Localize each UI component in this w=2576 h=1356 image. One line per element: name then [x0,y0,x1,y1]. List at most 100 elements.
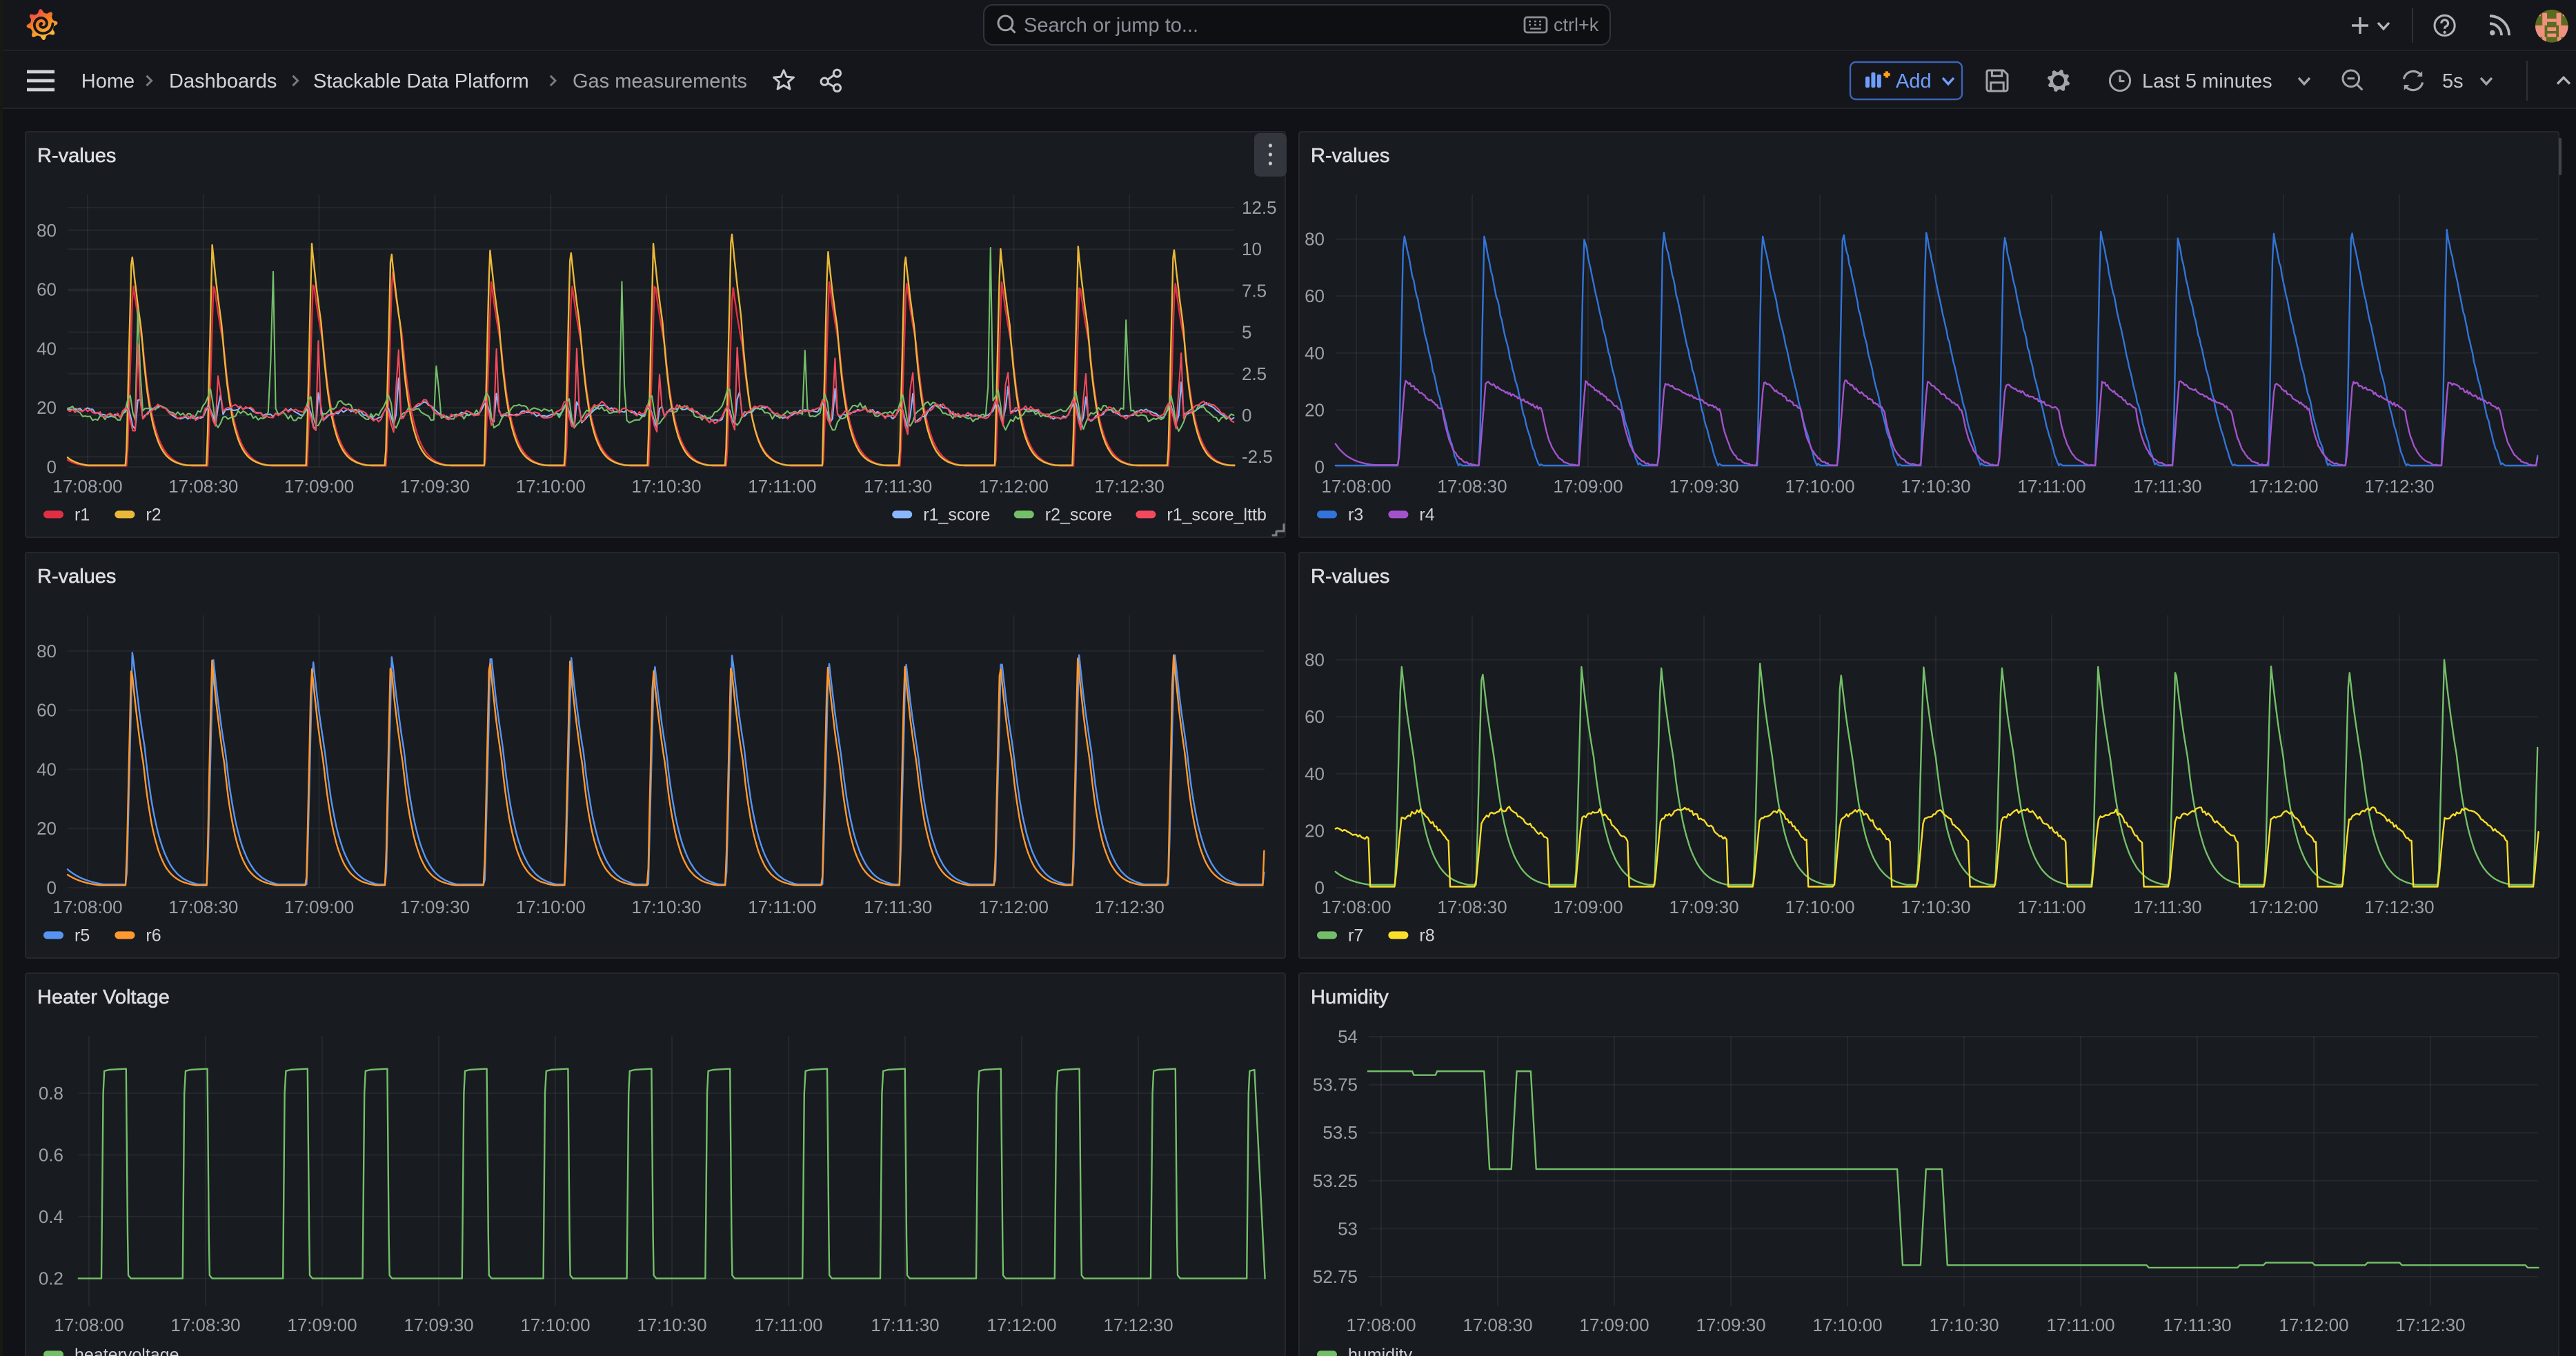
svg-text:17:08:00: 17:08:00 [52,476,122,497]
svg-text:17:08:00: 17:08:00 [1321,476,1391,497]
svg-text:17:09:00: 17:09:00 [284,476,354,497]
svg-text:r2_score: r2_score [1045,506,1112,525]
svg-text:17:08:00: 17:08:00 [54,1315,123,1335]
svg-text:17:11:00: 17:11:00 [748,897,816,917]
svg-text:17:08:30: 17:08:30 [1463,1315,1532,1335]
svg-text:80: 80 [37,641,57,661]
svg-text:17:08:00: 17:08:00 [1321,897,1391,917]
svg-text:17:10:00: 17:10:00 [1785,897,1854,917]
svg-text:60: 60 [37,279,57,300]
svg-text:17:09:30: 17:09:30 [1696,1315,1765,1335]
svg-text:0: 0 [47,457,57,477]
svg-text:17:09:00: 17:09:00 [1553,897,1623,917]
svg-text:53: 53 [1338,1218,1358,1239]
svg-text:Heater Voltage: Heater Voltage [37,986,170,1008]
svg-text:17:09:00: 17:09:00 [1553,476,1623,497]
svg-text:17:12:00: 17:12:00 [987,1315,1056,1335]
svg-text:17:08:30: 17:08:30 [1437,476,1507,497]
svg-text:R-values: R-values [37,566,116,588]
svg-text:0: 0 [1315,877,1325,898]
svg-text:0.8: 0.8 [39,1083,63,1104]
svg-text:heatervoltage: heatervoltage [75,1346,179,1356]
svg-text:R-values: R-values [1311,145,1389,167]
svg-text:0.4: 0.4 [39,1206,63,1227]
svg-text:17:10:30: 17:10:30 [1901,897,1970,917]
svg-text:17:10:00: 17:10:00 [516,897,586,917]
svg-text:60: 60 [37,700,57,721]
svg-text:17:12:00: 17:12:00 [979,897,1049,917]
svg-text:40: 40 [37,338,57,359]
svg-text:17:09:30: 17:09:30 [400,476,470,497]
svg-text:17:12:30: 17:12:30 [1095,897,1165,917]
svg-text:17:11:00: 17:11:00 [2046,1315,2114,1335]
svg-text:17:10:00: 17:10:00 [1785,476,1854,497]
svg-text:17:10:30: 17:10:30 [631,476,701,497]
svg-text:17:11:00: 17:11:00 [754,1315,822,1335]
svg-text:0.2: 0.2 [39,1268,63,1288]
svg-text:20: 20 [37,818,57,839]
svg-text:17:09:30: 17:09:30 [1669,476,1738,497]
svg-text:17:11:30: 17:11:30 [2133,897,2201,917]
svg-text:Dashboards: Dashboards [169,70,277,92]
svg-text:r5: r5 [75,926,90,946]
svg-text:r6: r6 [146,926,161,946]
svg-text:17:09:00: 17:09:00 [284,897,354,917]
svg-text:17:12:30: 17:12:30 [2364,897,2434,917]
svg-text:17:08:30: 17:08:30 [168,897,238,917]
svg-text:40: 40 [1305,764,1325,784]
svg-text:17:10:00: 17:10:00 [1812,1315,1882,1335]
svg-text:Gas measurements: Gas measurements [573,70,747,92]
svg-text:53.75: 53.75 [1313,1075,1358,1095]
svg-text:17:08:00: 17:08:00 [1346,1315,1416,1335]
svg-text:60: 60 [1305,286,1325,306]
svg-text:ctrl+k: ctrl+k [1554,14,1599,35]
svg-text:17:11:30: 17:11:30 [871,1315,939,1335]
svg-text:17:10:30: 17:10:30 [1901,476,1970,497]
svg-text:0: 0 [1315,457,1325,477]
svg-text:Add: Add [1896,70,1932,92]
svg-text:60: 60 [1305,706,1325,727]
svg-text:17:12:30: 17:12:30 [1103,1315,1173,1335]
svg-text:17:09:30: 17:09:30 [404,1315,473,1335]
svg-text:2.5: 2.5 [1242,363,1267,384]
svg-text:R-values: R-values [1311,566,1389,588]
svg-text:17:12:00: 17:12:00 [2279,1315,2348,1335]
svg-text:r8: r8 [1419,926,1434,946]
svg-text:17:11:30: 17:11:30 [864,897,932,917]
svg-text:r1_score_lttb: r1_score_lttb [1167,506,1267,525]
svg-text:80: 80 [37,220,57,241]
svg-text:17:10:30: 17:10:30 [1929,1315,1999,1335]
svg-text:17:08:30: 17:08:30 [168,476,238,497]
svg-text:17:10:00: 17:10:00 [516,476,586,497]
svg-text:5s: 5s [2442,70,2464,92]
svg-text:20: 20 [1305,820,1325,841]
svg-text:Search or jump to...: Search or jump to... [1024,14,1198,37]
svg-text:Humidity: Humidity [1311,986,1389,1008]
svg-text:humidity: humidity [1348,1346,1413,1356]
svg-text:17:11:30: 17:11:30 [2133,476,2201,497]
svg-text:17:10:00: 17:10:00 [520,1315,590,1335]
svg-text:40: 40 [37,759,57,779]
svg-text:-2.5: -2.5 [1242,446,1273,467]
svg-text:7.5: 7.5 [1242,280,1267,301]
svg-text:r1: r1 [75,506,90,525]
svg-text:17:11:00: 17:11:00 [748,476,816,497]
svg-text:12.5: 12.5 [1242,197,1277,218]
svg-text:r3: r3 [1348,506,1363,525]
svg-text:17:12:00: 17:12:00 [2248,897,2318,917]
svg-text:20: 20 [1305,399,1325,420]
svg-text:10: 10 [1242,239,1262,259]
svg-text:17:09:00: 17:09:00 [287,1315,357,1335]
svg-text:Last 5 minutes: Last 5 minutes [2142,70,2272,92]
svg-text:17:09:00: 17:09:00 [1579,1315,1649,1335]
svg-text:40: 40 [1305,343,1325,363]
svg-text:53.25: 53.25 [1313,1170,1358,1191]
svg-text:80: 80 [1305,650,1325,670]
svg-text:17:12:30: 17:12:30 [2395,1315,2465,1335]
svg-text:17:11:30: 17:11:30 [864,476,932,497]
svg-text:17:08:30: 17:08:30 [170,1315,240,1335]
svg-text:r7: r7 [1348,926,1363,946]
svg-text:54: 54 [1338,1026,1358,1047]
svg-text:r4: r4 [1419,506,1434,525]
svg-text:17:10:30: 17:10:30 [637,1315,706,1335]
